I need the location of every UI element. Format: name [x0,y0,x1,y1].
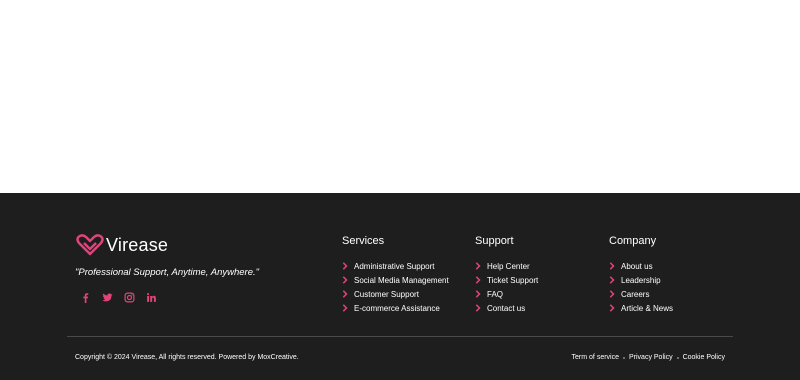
link-label: FAQ [487,289,504,299]
link-label: Leadership [621,275,661,285]
link-label: Social Media Management [354,275,449,285]
chevron-right-icon [342,262,348,270]
twitter-link[interactable] [101,291,113,303]
facebook-link[interactable] [79,291,91,303]
company-link-leadership[interactable]: Leadership [609,273,673,287]
link-label: Customer Support [354,289,419,299]
social-links [79,291,157,303]
services-link-social-media-management[interactable]: Social Media Management [342,273,449,287]
link-label: Administrative Support [354,261,435,271]
chevron-right-icon [609,262,615,270]
services-link-administrative-support[interactable]: Administrative Support [342,259,449,273]
company-link-about-us[interactable]: About us [609,259,673,273]
logo-heart-icon [76,234,104,256]
chevron-right-icon [609,304,615,312]
services-column: Services Administrative Support Social M… [342,235,449,315]
company-column: Company About us Leadership Careers Arti… [609,235,673,315]
services-link-customer-support[interactable]: Customer Support [342,287,449,301]
services-heading: Services [342,235,385,247]
support-link-help-center[interactable]: Help Center [475,259,538,273]
separator-dot [623,356,625,359]
link-label: Careers [621,289,650,299]
brand-name: Virease [106,234,169,255]
privacy-policy-link[interactable]: Privacy Policy [629,354,673,361]
linkedin-link[interactable] [145,291,157,303]
page-content-area [0,0,800,193]
twitter-icon [101,292,113,301]
support-column: Support Help Center Ticket Support FAQ C… [475,235,538,315]
support-link-contact-us[interactable]: Contact us [475,301,538,315]
instagram-link[interactable] [123,291,135,303]
chevron-right-icon [342,276,348,284]
chevron-right-icon [342,290,348,298]
services-link-ecommerce-assistance[interactable]: E-commerce Assistance [342,301,449,315]
link-label: Contact us [487,303,526,313]
instagram-icon [124,292,134,302]
brand-tagline: "Professional Support, Anytime, Anywhere… [75,267,259,278]
separator-dot [676,356,679,359]
link-label: E-commerce Assistance [354,303,440,313]
chevron-right-icon [475,304,481,312]
support-link-faq[interactable]: FAQ [475,287,538,301]
link-label: Ticket Support [487,275,539,285]
chevron-right-icon [609,290,615,298]
link-label: About us [621,261,653,271]
link-label: Article & News [621,303,674,313]
chevron-right-icon [475,276,481,284]
cookie-policy-link[interactable]: Cookie Policy [683,354,725,361]
company-link-article-news[interactable]: Article & News [609,301,673,315]
facebook-icon [82,292,88,303]
term-of-service-link[interactable]: Term of service [572,354,619,361]
chevron-right-icon [609,276,615,284]
linkedin-icon [146,292,156,302]
chevron-right-icon [342,304,348,312]
link-label: Help Center [487,261,530,271]
support-link-ticket-support[interactable]: Ticket Support [475,273,538,287]
company-heading: Company [609,235,657,247]
copyright-text: Copyright © 2024 Virease, All rights res… [75,354,299,361]
legal-links: Term of service Privacy Policy Cookie Po… [572,354,725,361]
company-link-careers[interactable]: Careers [609,287,673,301]
site-footer: Virease "Professional Support, Anytime, … [0,193,800,380]
chevron-right-icon [475,290,481,298]
support-heading: Support [475,235,514,247]
brand-logo[interactable]: Virease [76,234,168,256]
chevron-right-icon [475,262,481,270]
footer-divider [67,336,733,337]
